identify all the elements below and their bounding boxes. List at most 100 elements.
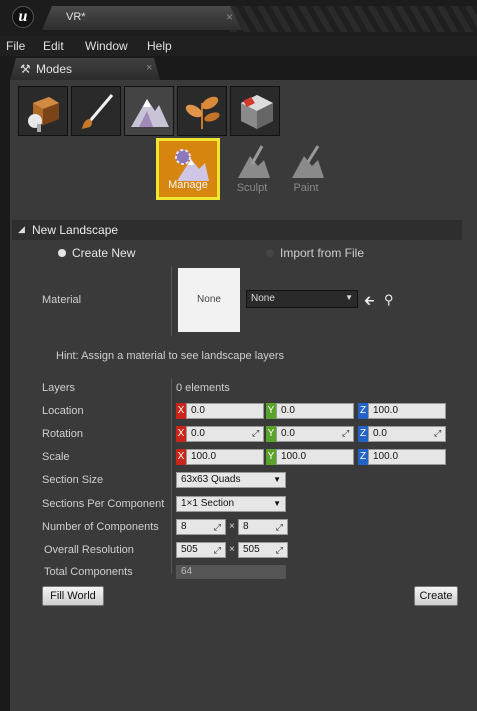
landscape-mode-button[interactable] (124, 86, 174, 136)
mountain-icon (131, 99, 169, 127)
manage-tool-button[interactable]: Manage (156, 138, 220, 200)
section-size-value: 63x63 Quads (181, 474, 241, 485)
axis-y-badge: Y (266, 403, 276, 419)
chevron-down-icon: ▼ (345, 293, 353, 302)
fill-world-button[interactable]: Fill World (42, 586, 104, 606)
sections-per-component-value: 1×1 Section (181, 498, 235, 509)
panel-tab-row: ⚒ Modes × (0, 56, 477, 80)
modes-tab[interactable]: ⚒ Modes × (10, 58, 160, 80)
browse-search-icon[interactable]: ⚲ (384, 292, 394, 308)
times-symbol: × (229, 544, 235, 555)
location-z-value[interactable]: 100.0 (368, 403, 446, 419)
manage-tool-label: Manage (168, 179, 208, 191)
close-tab-icon[interactable]: × (226, 10, 233, 24)
radio-unselected-icon (266, 249, 274, 257)
modes-panel: Manage Sculpt Paint ◢ New Landscape Crea… (10, 80, 477, 711)
spin-arrow-icon[interactable]: ⤢ (214, 522, 221, 533)
material-label: Material (42, 294, 82, 306)
spin-arrow-icon[interactable]: ⤢ (214, 545, 221, 556)
leaf-icon (185, 96, 220, 130)
sections-per-component-combo[interactable]: 1×1 Section ▼ (176, 496, 286, 512)
paint-landscape-icon (292, 145, 324, 178)
axis-x-badge: X (176, 426, 186, 442)
create-new-label: Create New (72, 246, 136, 260)
create-button[interactable]: Create (414, 586, 458, 606)
collapse-arrow-icon[interactable]: ◢ (18, 224, 25, 235)
paint-tool-label: Paint (293, 182, 319, 194)
document-tab-label: VR* (66, 11, 86, 23)
wrench-icon: ⚒ (20, 62, 31, 76)
axis-z-badge: Z (358, 449, 368, 465)
document-tab[interactable]: VR* × (42, 6, 242, 30)
times-symbol: × (229, 521, 235, 532)
title-bar-background (230, 6, 477, 32)
new-landscape-header[interactable]: ◢ New Landscape (12, 220, 462, 240)
section-size-combo[interactable]: 63x63 Quads ▼ (176, 472, 286, 488)
section-size-label: Section Size (42, 474, 104, 486)
material-thumbnail[interactable]: None (178, 268, 240, 332)
scale-z-value[interactable]: 100.0 (368, 449, 446, 465)
components-x-field[interactable]: 8 ⤢ (176, 519, 226, 535)
layers-value: 0 elements (176, 382, 230, 394)
components-y-field[interactable]: 8 ⤢ (238, 519, 288, 535)
sculpt-icon (238, 145, 270, 178)
menu-help[interactable]: Help (147, 39, 172, 53)
properties-divider (171, 378, 172, 574)
paint-mode-button[interactable] (71, 86, 121, 136)
spin-arrow-icon[interactable]: ⤢ (342, 428, 349, 439)
title-bar: u VR* × (0, 0, 477, 36)
location-y-value[interactable]: 0.0 (276, 403, 354, 419)
create-new-radio[interactable]: Create New (58, 246, 135, 260)
import-from-file-label: Import from File (280, 246, 365, 260)
axis-y-badge: Y (266, 426, 276, 442)
foliage-mode-button[interactable] (177, 86, 227, 136)
resolution-x-field[interactable]: 505 ⤢ (176, 542, 226, 558)
close-modes-icon[interactable]: × (146, 62, 152, 74)
axis-x-badge: X (176, 449, 186, 465)
resolution-y-field[interactable]: 505 ⤢ (238, 542, 288, 558)
material-combo-value: None (251, 293, 275, 304)
manage-gear-mountain-icon (175, 149, 209, 181)
material-combo[interactable]: None ▼ (246, 290, 358, 308)
spin-arrow-icon[interactable]: ⤢ (434, 428, 441, 439)
menu-window[interactable]: Window (85, 39, 128, 53)
location-label: Location (42, 405, 84, 417)
axis-y-badge: Y (266, 449, 276, 465)
resolution-y-value: 505 (243, 544, 260, 555)
layers-label: Layers (42, 382, 76, 394)
menu-file[interactable]: File (6, 39, 25, 53)
scale-label: Scale (42, 451, 70, 463)
material-hint: Hint: Assign a material to see landscape… (56, 350, 285, 362)
sections-per-component-label: Sections Per Component (42, 498, 165, 510)
geometry-mode-button[interactable] (230, 86, 280, 136)
cube-sphere-icon (28, 97, 59, 132)
geometry-box-icon (241, 95, 273, 129)
total-components-value: 64 (176, 565, 286, 579)
scale-y-value[interactable]: 100.0 (276, 449, 354, 465)
import-from-file-radio[interactable]: Import from File (266, 246, 364, 260)
radio-selected-icon (58, 249, 66, 257)
total-components-label: Total Components (44, 566, 133, 578)
brush-icon (82, 94, 114, 129)
scale-x-value[interactable]: 100.0 (186, 449, 264, 465)
location-x-value[interactable]: 0.0 (186, 403, 264, 419)
axis-x-badge: X (176, 403, 186, 419)
rotation-label: Rotation (42, 428, 83, 440)
axis-z-badge: Z (358, 426, 368, 442)
use-selected-arrow-icon[interactable]: 🡰 (364, 292, 375, 314)
paint-tool-button[interactable]: Paint (274, 138, 338, 200)
section-title: New Landscape (32, 223, 119, 237)
menu-bar: File Edit Window Help (0, 36, 477, 56)
material-divider (171, 266, 172, 336)
axis-z-badge: Z (358, 403, 368, 419)
unreal-logo-icon: u (12, 6, 34, 28)
overall-resolution-label: Overall Resolution (44, 544, 134, 556)
modes-tab-label: Modes (36, 62, 73, 76)
place-mode-button[interactable] (18, 86, 68, 136)
spin-arrow-icon[interactable]: ⤢ (252, 428, 259, 439)
number-of-components-label: Number of Components (42, 521, 159, 533)
menu-edit[interactable]: Edit (43, 39, 64, 53)
components-y-value: 8 (243, 521, 249, 532)
spin-arrow-icon[interactable]: ⤢ (276, 522, 283, 533)
spin-arrow-icon[interactable]: ⤢ (276, 545, 283, 556)
